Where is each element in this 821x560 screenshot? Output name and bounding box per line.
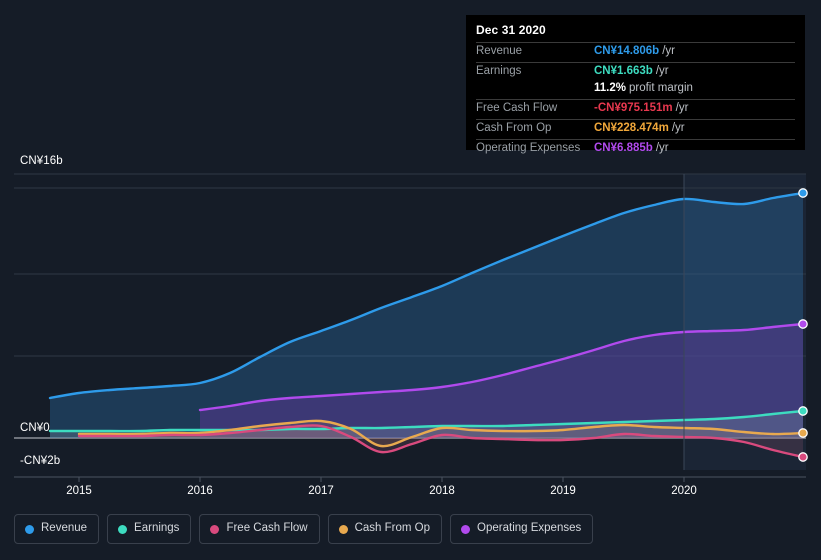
endpoint-marker-earnings <box>798 406 808 416</box>
endpoint-marker-operating-expenses <box>798 319 808 329</box>
x-axis-tick-label: 2018 <box>429 485 455 497</box>
legend-color-dot-icon <box>25 524 34 534</box>
legend-color-dot-icon <box>338 524 348 534</box>
financial-chart-page: CN¥16b CN¥0 -CN¥2b 2015 2016 2017 2018 2019 202… <box>0 0 821 560</box>
legend-color-dot-icon <box>461 524 471 534</box>
legend-item-label: Earnings <box>134 522 180 535</box>
legend-item-cash-from-op[interactable]: Cash From Op <box>327 514 443 544</box>
y-axis-tick-label: CN¥16b <box>20 155 63 167</box>
y-axis-tick-label: CN¥0 <box>20 422 50 434</box>
tooltip-row-unit: /yr <box>655 65 669 77</box>
endpoint-marker-revenue <box>798 188 808 198</box>
tooltip-row: Revenue CN¥14.806b/yr <box>476 42 795 62</box>
tooltip-row: Free Cash Flow -CN¥975.151m/yr <box>476 99 795 119</box>
x-axis-tick-label: 2017 <box>308 485 334 497</box>
legend-item-revenue[interactable]: Revenue <box>14 514 100 544</box>
tooltip-title: Dec 31 2020 <box>476 23 546 37</box>
tooltip-row-unit: /yr <box>662 45 675 57</box>
x-axis-tick-label: 2020 <box>671 485 697 497</box>
tooltip-row-unit: /yr <box>671 122 685 134</box>
legend-color-dot-icon <box>118 524 128 534</box>
tooltip-row-unit: /yr <box>675 102 689 114</box>
legend-color-dot-icon <box>210 524 220 534</box>
tooltip-row: Operating Expenses CN¥6.885b/yr <box>476 139 795 159</box>
chart-tooltip: Dec 31 2020 Revenue CN¥14.806b/yr Earnings… <box>466 15 805 154</box>
x-axis-tick-label: 2016 <box>187 485 213 497</box>
tooltip-row-value: CN¥228.474m <box>594 122 669 134</box>
tooltip-row-label: Revenue <box>476 45 523 57</box>
tooltip-row-label: Cash From Op <box>476 122 552 134</box>
tooltip-row: 11.2% profit margin <box>476 82 795 99</box>
endpoint-marker-cash-from-op <box>798 428 808 438</box>
x-axis-tick-label: 2015 <box>66 485 92 497</box>
tooltip-row-value: 11.2% <box>594 82 626 94</box>
legend-item-operating-expenses[interactable]: Operating Expenses <box>450 514 594 544</box>
tooltip-row-value: -CN¥975.151m <box>594 102 673 114</box>
tooltip-row-label: Free Cash Flow <box>476 102 558 114</box>
tooltip-row-value: CN¥6.885b <box>594 142 653 154</box>
tooltip-rows: Revenue CN¥14.806b/yr Earnings CN¥1.663b/yr… <box>476 42 795 159</box>
tooltip-row: Earnings CN¥1.663b/yr <box>476 62 795 82</box>
tooltip-row: Cash From Op CN¥228.474m/yr <box>476 119 795 139</box>
tooltip-row-label: Operating Expenses <box>476 142 581 154</box>
legend-item-earnings[interactable]: Earnings <box>107 514 192 544</box>
tooltip-row-unit: profit margin <box>628 82 693 94</box>
legend-item-label: Free Cash Flow <box>226 522 308 535</box>
x-axis-tick-label: 2019 <box>550 485 576 497</box>
y-axis-tick-label: -CN¥2b <box>20 455 61 467</box>
tooltip-row-label: Earnings <box>476 65 522 77</box>
legend-item-label: Cash From Op <box>354 522 431 535</box>
endpoint-marker-free-cash-flow <box>798 452 808 462</box>
tooltip-row-value: CN¥1.663b <box>594 65 653 77</box>
legend-item-label: Revenue <box>41 522 88 535</box>
tooltip-row-value: CN¥14.806b <box>594 45 660 57</box>
tooltip-row-unit: /yr <box>655 142 669 154</box>
legend-item-label: Operating Expenses <box>477 522 582 535</box>
legend-item-free-cash-flow[interactable]: Free Cash Flow <box>199 514 320 544</box>
chart-legend[interactable]: Revenue Earnings Free Cash Flow Cash From O… <box>14 514 594 544</box>
